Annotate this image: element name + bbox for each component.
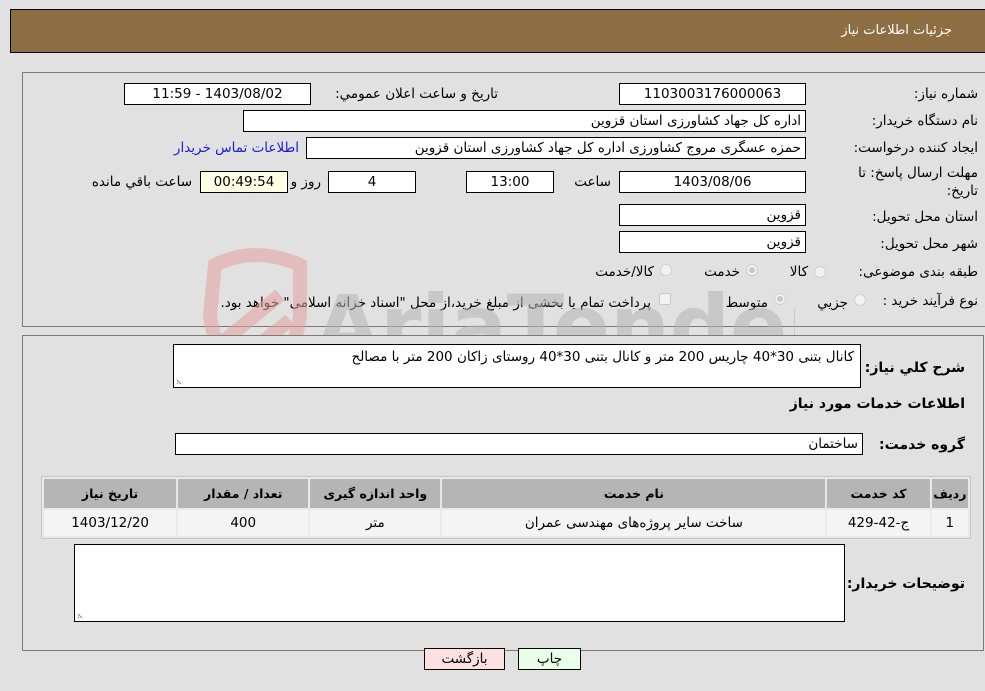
buyer-contact-link[interactable]: اطلاعات تماس خریدار [174,140,299,156]
purchase-radio-medium[interactable] [774,293,786,305]
cell-service-code: ج-42-429 [827,510,930,536]
province-label: استان محل تحویل: [872,209,978,225]
resize-grip-icon[interactable] [176,377,184,385]
back-button[interactable]: بازگشت [424,648,505,670]
province-field: قزوین [619,204,806,226]
description-textarea[interactable]: کانال بتنی 30*40 چاریس 200 متر و کانال ب… [173,344,861,388]
need-number-field: 1103003176000063 [619,83,806,105]
city-field: قزوین [619,231,806,253]
details-panel: شماره نیاز: 1103003176000063 تاریخ و ساع… [22,72,985,327]
remaining-days-field: 4 [328,171,416,193]
cell-service-name: ساخت سایر پروژه‌های مهندسی عمران [442,510,826,536]
requester-label: ایجاد کننده درخواست: [853,140,978,156]
col-header-unit: واحد اندازه گیری [310,479,441,508]
deadline-label-line1: مهلت ارسال پاسخ: تا [858,165,978,181]
col-header-service-code: کد خدمت [827,479,930,508]
services-panel: شرح کلي نیاز: کانال بتنی 30*40 چاریس 200… [22,335,984,651]
page-header: جزئیات اطلاعات نیاز [10,9,985,53]
services-table: ردیف کد خدمت نام خدمت واحد اندازه گیری ت… [41,476,971,539]
description-label: شرح کلي نیاز: [864,360,965,376]
deadline-label-line2: تاریخ: [946,183,978,199]
remaining-label: ساعت باقي مانده [91,174,192,190]
category-option-goods: کالا [789,264,808,280]
description-text: کانال بتنی 30*40 چاریس 200 متر و کانال ب… [351,349,854,365]
treasury-note: پرداخت تمام یا بخشی از مبلغ خرید،از محل … [220,295,651,311]
purchase-type-label: نوع فرآیند خرید : [882,293,978,309]
deadline-date-field: 1403/08/06 [619,171,806,193]
services-section-title: اطلاعات خدمات مورد نیاز [789,396,965,412]
col-header-service-name: نام خدمت [442,479,826,508]
treasury-checkbox[interactable] [659,293,671,305]
announce-field: 1403/08/02 - 11:59 [124,83,311,105]
buyer-org-label: نام دستگاه خریدار: [871,113,978,129]
category-radio-goods[interactable] [814,266,826,278]
purchase-radio-minor[interactable] [854,294,866,306]
col-header-quantity: تعداد / مقدار [178,479,309,508]
deadline-time-label: ساعت [574,174,611,190]
buyer-notes-textarea[interactable] [74,544,845,622]
col-header-row-number: ردیف [931,479,968,508]
resize-grip-icon[interactable] [77,611,85,619]
buyer-notes-label: توضیحات خریدار: [846,576,965,592]
requester-field: حمزه عسگری مروج کشاورزی اداره کل جهاد کش… [306,137,806,159]
service-group-label: گروه خدمت: [879,437,965,453]
buyer-org-field: اداره کل جهاد کشاورزی استان قزوین [243,110,806,132]
need-number-label: شماره نیاز: [913,86,978,102]
city-label: شهر محل تحویل: [880,236,978,252]
purchase-option-medium: متوسط [725,295,768,311]
days-label: روز و [290,174,321,190]
col-header-need-date: تاریخ نیاز [44,479,177,508]
category-radio-service[interactable] [746,264,758,276]
print-button[interactable]: چاپ [518,648,581,670]
cell-unit: متر [310,510,441,536]
table-header-row: ردیف کد خدمت نام خدمت واحد اندازه گیری ت… [44,479,968,508]
table-row: 1 ج-42-429 ساخت سایر پروژه‌های مهندسی عم… [44,510,968,536]
deadline-time-field: 13:00 [466,171,554,193]
purchase-option-minor: جزیي [817,295,848,311]
category-option-goods-service: کالا/خدمت [595,264,654,280]
category-radio-goods-service[interactable] [660,264,672,276]
cell-need-date: 1403/12/20 [44,510,177,536]
cell-row-number: 1 [931,510,968,536]
category-option-service: خدمت [704,264,740,280]
announce-label: تاریخ و ساعت اعلان عمومي: [335,86,498,102]
category-label: طبقه بندی موضوعی: [858,264,978,280]
remaining-time-field: 00:49:54 [200,171,288,193]
page-title: جزئیات اطلاعات نیاز [841,23,952,38]
cell-quantity: 400 [178,510,309,536]
service-group-field: ساختمان [175,433,863,455]
